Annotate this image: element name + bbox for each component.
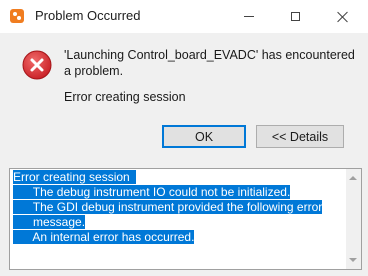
window-title: Problem Occurred [35, 8, 141, 23]
error-reason: Error creating session [64, 90, 186, 104]
ok-button[interactable]: OK [162, 125, 246, 148]
details-text: Error creating session The debug instrum… [13, 170, 343, 245]
details-text-area[interactable]: Error creating session The debug instrum… [9, 168, 362, 270]
error-icon [22, 50, 52, 80]
minimize-icon [244, 16, 254, 17]
app-icon [10, 9, 24, 23]
title-bar[interactable]: Problem Occurred [0, 0, 368, 33]
details-line: An internal error has occurred. [13, 230, 195, 244]
details-line: The debug instrument IO could not be ini… [13, 185, 291, 199]
details-line: The GDI debug instrument provided the fo… [13, 200, 323, 214]
details-line: Error creating session [13, 170, 137, 184]
scroll-down-arrow-icon[interactable] [349, 258, 357, 262]
close-icon [337, 11, 349, 23]
problem-dialog-window: Problem Occurred 'Launching Control_boar… [0, 0, 368, 276]
details-line: message. [13, 215, 86, 229]
error-message: 'Launching Control_board_EVADC' has enco… [64, 48, 355, 78]
close-button[interactable] [318, 0, 368, 33]
maximize-icon [290, 12, 300, 21]
vertical-scrollbar[interactable] [346, 169, 361, 269]
scroll-up-arrow-icon[interactable] [349, 176, 357, 180]
maximize-button[interactable] [272, 0, 318, 33]
details-toggle-button[interactable]: << Details [256, 125, 344, 148]
minimize-button[interactable] [226, 0, 272, 33]
